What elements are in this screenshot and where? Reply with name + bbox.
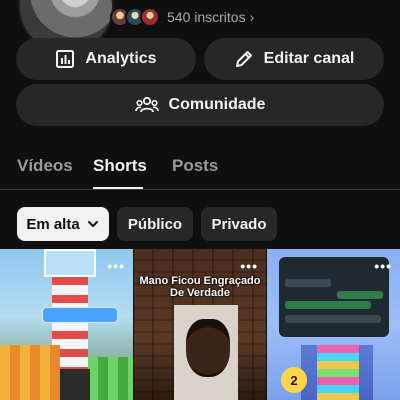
community-icon <box>134 96 159 113</box>
tab-videos[interactable]: Vídeos <box>17 156 73 176</box>
analytics-icon <box>56 50 75 68</box>
chevron-right-icon: › <box>249 9 255 25</box>
edit-channel-button[interactable]: Editar canal <box>204 38 384 80</box>
subscribers-row[interactable]: 540 inscritos › <box>110 6 254 28</box>
short-caption: Mano Ficou Engraçado De Verdade <box>139 275 261 299</box>
thumbnail-art <box>285 279 331 287</box>
thumbnail-art <box>88 357 133 400</box>
sort-chip-label: Em alta <box>26 215 80 233</box>
thumbnail-art <box>0 345 60 400</box>
analytics-label: Analytics <box>85 50 157 67</box>
thumbnail-art <box>44 249 96 277</box>
thumbnail-art <box>186 319 230 377</box>
thumbnail-art <box>285 301 371 309</box>
tabs-divider <box>0 189 400 190</box>
more-icon[interactable]: ••• <box>374 258 392 274</box>
subscriber-avatar <box>140 7 160 27</box>
more-icon[interactable]: ••• <box>107 258 125 274</box>
more-icon[interactable]: ••• <box>240 258 258 274</box>
thumbnail-art <box>60 369 90 400</box>
thumbnail-art <box>285 315 381 323</box>
short-thumbnail[interactable]: 2 ••• <box>267 249 400 400</box>
filter-private-chip[interactable]: Privado <box>201 207 277 241</box>
sort-chip[interactable]: Em alta <box>17 207 109 241</box>
short-thumbnail[interactable]: Mano Ficou Engraçado De Verdade ••• <box>134 249 266 400</box>
community-button[interactable]: Comunidade <box>16 84 384 126</box>
community-label: Comunidade <box>168 96 266 113</box>
edit-channel-label: Editar canal <box>263 50 355 67</box>
thumbnail-art <box>42 307 118 323</box>
thumbnail-badge: 2 <box>281 367 307 393</box>
chevron-down-icon <box>87 221 98 227</box>
filter-public-chip[interactable]: Público <box>117 207 193 241</box>
thumbnail-art <box>337 291 383 299</box>
thumbnail-art <box>317 345 359 400</box>
analytics-button[interactable]: Analytics <box>16 38 196 80</box>
tab-shorts[interactable]: Shorts <box>93 156 147 176</box>
edit-pencil-icon <box>235 51 252 67</box>
subscriber-count: 540 inscritos <box>167 9 246 25</box>
tab-posts[interactable]: Posts <box>172 156 218 176</box>
short-thumbnail[interactable]: ••• <box>0 249 133 400</box>
